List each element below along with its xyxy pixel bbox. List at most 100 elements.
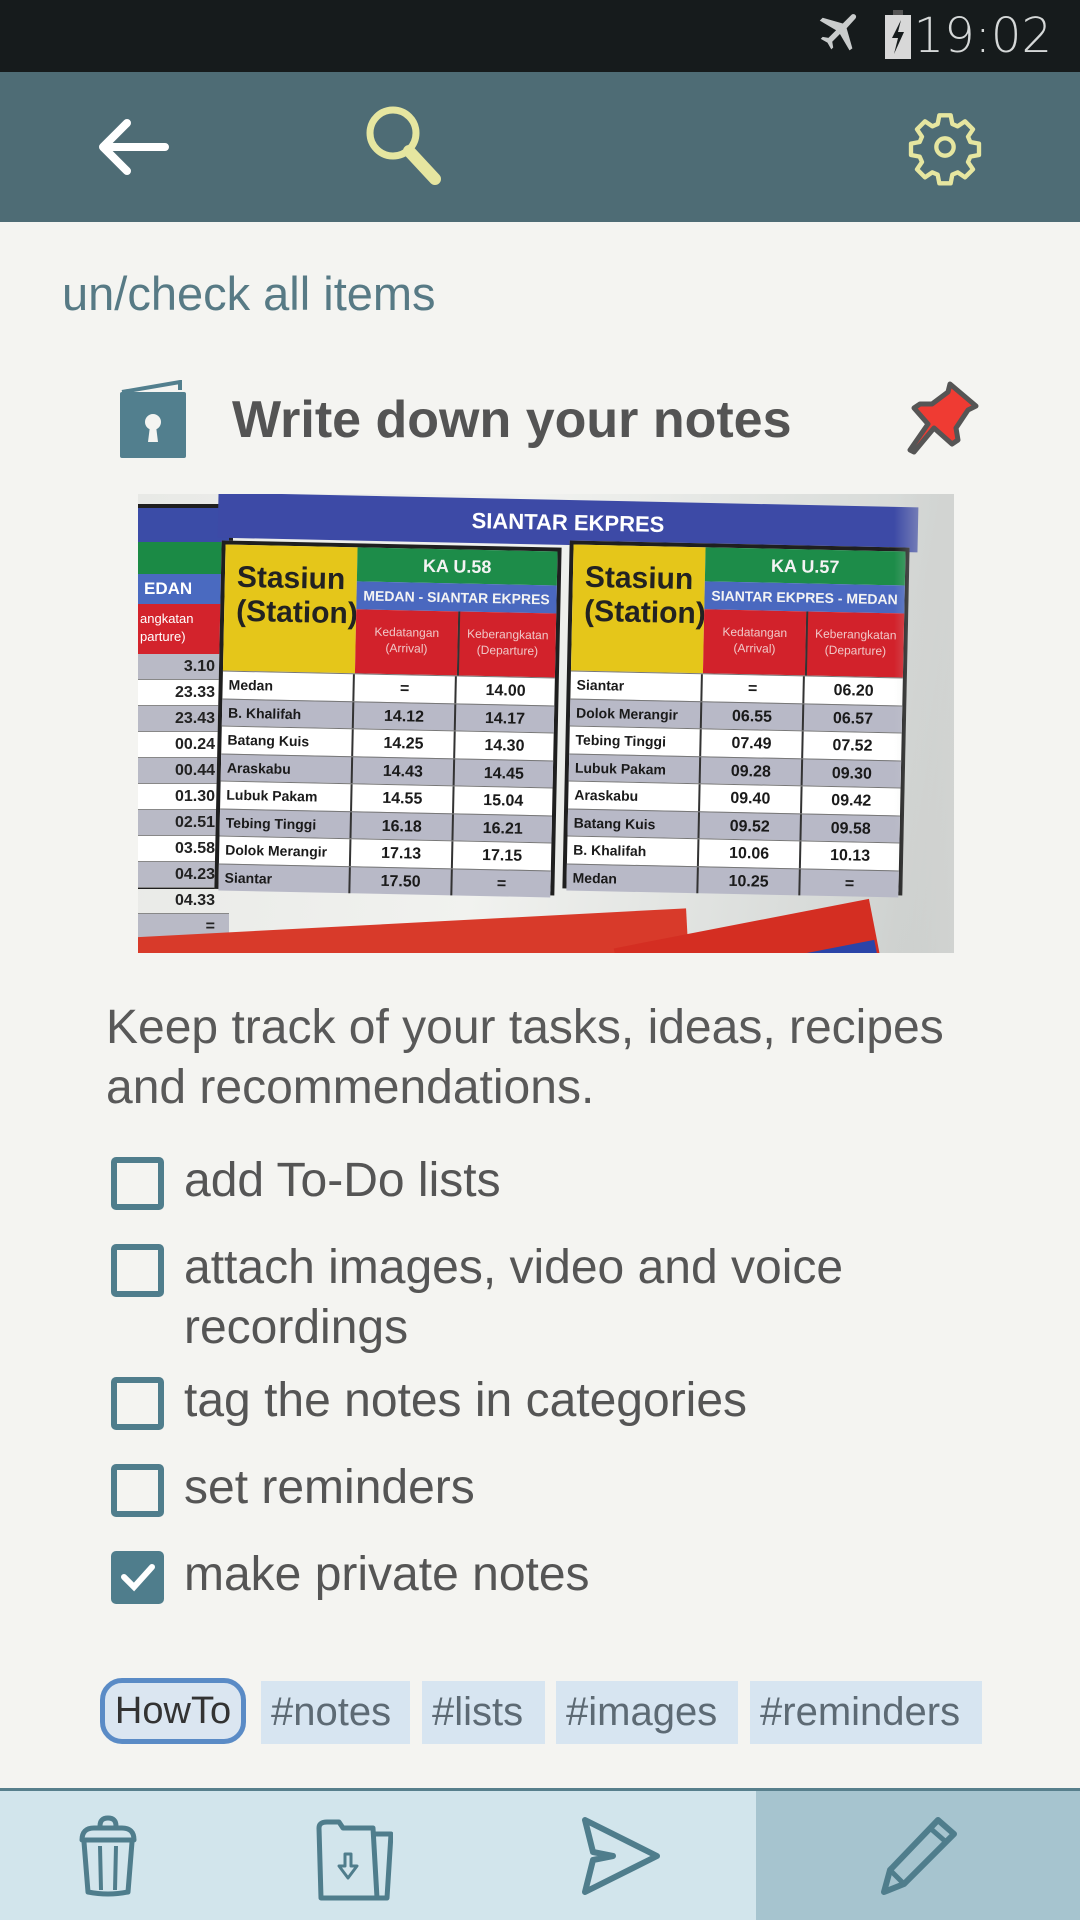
fragment-time: 00.24 bbox=[138, 732, 229, 758]
airplane-mode-icon bbox=[819, 14, 857, 51]
archive-button[interactable] bbox=[290, 1791, 415, 1920]
pushpin-icon[interactable] bbox=[900, 378, 982, 460]
departure-time: 17.15 bbox=[481, 847, 523, 865]
arrival-time: 09.28 bbox=[700, 756, 804, 786]
arrival-time: 14.25 bbox=[353, 729, 456, 758]
arrival-header: Kedatangan (Arrival) bbox=[702, 609, 807, 676]
battery-charging-icon bbox=[885, 10, 911, 59]
departure-time: 14.30 bbox=[484, 737, 525, 755]
pencil-icon bbox=[881, 1816, 957, 1895]
back-button[interactable] bbox=[63, 72, 203, 222]
note-title: Write down your notes bbox=[232, 391, 792, 449]
checklist-item-label: attach images, video and voice recording… bbox=[184, 1241, 844, 1354]
departure-time: 06.57 bbox=[832, 709, 874, 728]
arrival-time: 14.12 bbox=[353, 701, 457, 731]
fragment-time: 3.10 bbox=[138, 654, 229, 680]
departure-header: Keberangkatan (Departure) bbox=[804, 611, 905, 678]
timetable: Stasiun (Station) KA U.57 SIANTAR EKPRES… bbox=[562, 540, 910, 898]
arrival-time: 17.13 bbox=[350, 839, 454, 868]
train-route: MEDAN - SIANTAR EKPRES bbox=[356, 581, 557, 614]
arrival-time: = bbox=[702, 674, 805, 703]
checkmark-icon bbox=[121, 1564, 155, 1592]
fragment-subheader: angkatan parture) bbox=[138, 604, 229, 654]
checklist-item-label: add To-Do lists bbox=[184, 1154, 501, 1207]
photo-glare bbox=[894, 494, 954, 953]
checkbox-checked[interactable] bbox=[111, 1551, 164, 1604]
station-header: Stasiun (Station) bbox=[570, 544, 706, 674]
departure-time: 14.17 bbox=[484, 709, 526, 728]
train-route: SIANTAR EKPRES - MEDAN bbox=[704, 581, 905, 614]
edit-button[interactable] bbox=[756, 1791, 1080, 1920]
station-name: Araskabu bbox=[220, 754, 354, 784]
arrival-time: 07.49 bbox=[701, 729, 804, 758]
departure-time: 10.13 bbox=[829, 847, 871, 865]
search-button[interactable] bbox=[335, 72, 475, 222]
arrival-time: 09.52 bbox=[699, 811, 803, 841]
checklist-item[interactable]: tag the notes in categories bbox=[111, 1374, 1011, 1431]
checkbox[interactable] bbox=[111, 1464, 164, 1517]
fragment-time: 23.33 bbox=[138, 680, 229, 706]
trash-icon bbox=[79, 1814, 136, 1896]
departure-time: 09.58 bbox=[830, 819, 871, 838]
checklist-item[interactable]: attach images, video and voice recording… bbox=[111, 1241, 1011, 1358]
train-number: KA U.58 bbox=[356, 547, 558, 586]
checklist-item-label: tag the notes in categories bbox=[184, 1374, 748, 1427]
checklist-item-label: set reminders bbox=[184, 1461, 475, 1514]
station-name: Dolok Merangir bbox=[218, 836, 352, 866]
station-name: Lubuk Pakam bbox=[568, 754, 702, 784]
checkbox[interactable] bbox=[111, 1244, 164, 1297]
fragment-time: 23.43 bbox=[138, 706, 229, 732]
folder-download-icon bbox=[316, 1819, 393, 1900]
checkbox[interactable] bbox=[111, 1157, 164, 1210]
arrival-time: 16.18 bbox=[351, 811, 455, 841]
tag-chip[interactable]: #notes bbox=[261, 1681, 410, 1744]
departure-time: 07.52 bbox=[832, 737, 873, 755]
fragment-time: 00.44 bbox=[138, 758, 229, 784]
station-name: Medan bbox=[222, 671, 355, 701]
departure-time: 06.20 bbox=[833, 682, 874, 700]
send-button[interactable] bbox=[558, 1791, 683, 1920]
note-image[interactable]: EDAN angkatan parture) 3.10 23.33 23.43 00.… bbox=[138, 494, 954, 953]
bottom-action-bar bbox=[0, 1788, 1080, 1920]
category-chip[interactable]: HowTo bbox=[100, 1678, 246, 1744]
station-name: Batang Kuis bbox=[567, 809, 701, 839]
station-name: Tebing Tinggi bbox=[569, 726, 702, 756]
settings-button[interactable] bbox=[875, 72, 1015, 222]
status-bar: 19:02 bbox=[0, 0, 1080, 72]
arrival-time: 06.55 bbox=[701, 701, 805, 731]
fragment-header: EDAN bbox=[138, 574, 229, 604]
tag-chip[interactable]: #lists bbox=[422, 1681, 545, 1744]
arrival-time: 17.50 bbox=[350, 866, 453, 896]
station-name: Siantar bbox=[570, 671, 703, 701]
note-description: Keep track of your tasks, ideas, recipes… bbox=[106, 1001, 944, 1114]
departure-time: 14.45 bbox=[483, 764, 525, 783]
arrival-time: 09.40 bbox=[700, 784, 803, 813]
arrival-time: 10.25 bbox=[698, 866, 801, 896]
tag-chip[interactable]: #reminders bbox=[750, 1681, 982, 1744]
arrival-time: 10.06 bbox=[698, 839, 802, 868]
uncheck-all-link[interactable]: un/check all items bbox=[62, 266, 436, 321]
arrival-time: 14.43 bbox=[352, 756, 456, 786]
delete-button[interactable] bbox=[45, 1791, 170, 1920]
station-name: Araskabu bbox=[568, 781, 701, 811]
arrow-left-icon bbox=[99, 119, 169, 175]
arrival-header: Kedatangan (Arrival) bbox=[354, 609, 459, 676]
gear-icon bbox=[908, 113, 982, 186]
departure-time: 15.04 bbox=[483, 792, 524, 810]
checklist-item[interactable]: make private notes bbox=[111, 1548, 1011, 1605]
checkbox[interactable] bbox=[111, 1377, 164, 1430]
departure-header: Keberangkatan (Departure) bbox=[456, 611, 557, 678]
station-header: Stasiun (Station) bbox=[222, 544, 358, 674]
lock-book-icon bbox=[120, 380, 186, 458]
timetable: Stasiun (Station) KA U.58 MEDAN - SIANTA… bbox=[214, 540, 562, 898]
tag-chip[interactable]: #images bbox=[556, 1681, 738, 1744]
search-icon bbox=[366, 106, 441, 185]
checklist-item-label: make private notes bbox=[184, 1548, 590, 1601]
station-name: B. Khalifah bbox=[221, 699, 355, 729]
departure-time: = bbox=[844, 874, 855, 893]
station-name: Medan bbox=[566, 863, 699, 894]
checklist-item[interactable]: add To-Do lists bbox=[111, 1154, 1011, 1211]
status-time: 19:02 bbox=[913, 8, 1052, 64]
arrival-time: = bbox=[354, 674, 457, 703]
checklist-item[interactable]: set reminders bbox=[111, 1461, 1011, 1518]
